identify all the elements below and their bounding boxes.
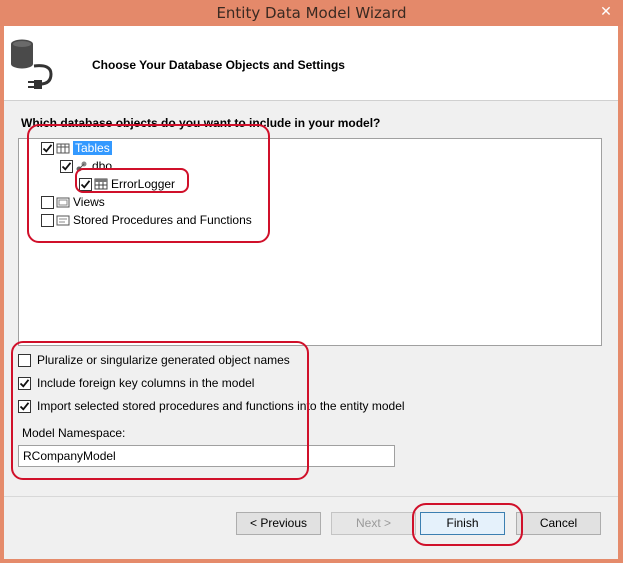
tables-checkbox[interactable]	[41, 141, 54, 155]
wizard-window: Entity Data Model Wizard ✕ Choose Your D…	[0, 0, 623, 563]
next-button[interactable]: Next >	[331, 512, 416, 535]
close-icon[interactable]: ✕	[589, 0, 623, 22]
wizard-header: Choose Your Database Objects and Setting…	[4, 26, 618, 101]
views-checkbox[interactable]	[41, 195, 54, 209]
tree-label-tables: Tables	[73, 141, 112, 155]
pluralize-label: Pluralize or singularize generated objec…	[37, 353, 290, 367]
tree-label-dbo: dbo	[92, 159, 113, 173]
button-separator	[4, 496, 618, 497]
previous-button[interactable]: < Previous	[236, 512, 321, 535]
model-namespace-label: Model Namespace:	[22, 426, 126, 440]
pluralize-option[interactable]: Pluralize or singularize generated objec…	[18, 351, 290, 369]
errorlogger-checkbox[interactable]	[79, 177, 92, 191]
foreign-keys-option[interactable]: Include foreign key columns in the model	[18, 374, 254, 392]
tree-node-procedures[interactable]: Stored Procedures and Functions	[41, 211, 252, 229]
tree-label-views: Views	[73, 195, 105, 209]
pluralize-checkbox[interactable]	[18, 353, 31, 367]
table-icon	[94, 177, 108, 191]
foreign-keys-checkbox[interactable]	[18, 376, 31, 390]
procedure-folder-icon	[56, 213, 70, 227]
tree-node-tables[interactable]: Tables	[41, 139, 112, 157]
foreign-keys-label: Include foreign key columns in the model	[37, 376, 255, 390]
import-procedures-option[interactable]: Import selected stored procedures and fu…	[18, 397, 405, 415]
table-folder-icon	[56, 141, 70, 155]
database-objects-tree[interactable]: Tables dbo ErrorLogger Views Stored Proc…	[18, 138, 602, 346]
tree-label-errorlogger: ErrorLogger	[111, 177, 176, 191]
tree-node-views[interactable]: Views	[41, 193, 105, 211]
procedures-checkbox[interactable]	[41, 213, 54, 227]
title-bar[interactable]: Entity Data Model Wizard ✕	[0, 0, 623, 26]
import-procedures-label: Import selected stored procedures and fu…	[37, 399, 405, 413]
tree-node-errorlogger[interactable]: ErrorLogger	[79, 175, 175, 193]
schema-icon	[75, 159, 89, 173]
view-folder-icon	[56, 195, 70, 209]
page-title: Choose Your Database Objects and Setting…	[92, 58, 345, 72]
finish-button[interactable]: Finish	[420, 512, 505, 535]
dbo-checkbox[interactable]	[60, 159, 73, 173]
database-plug-icon	[6, 34, 68, 92]
tree-label-procedures: Stored Procedures and Functions	[73, 213, 252, 227]
objects-question-label: Which database objects do you want to in…	[21, 116, 381, 130]
import-procedures-checkbox[interactable]	[18, 399, 31, 413]
wizard-client-area: Choose Your Database Objects and Setting…	[4, 26, 618, 559]
cancel-button[interactable]: Cancel	[516, 512, 601, 535]
window-title: Entity Data Model Wizard	[216, 4, 407, 22]
tree-node-dbo[interactable]: dbo	[60, 157, 112, 175]
model-namespace-input[interactable]	[18, 445, 395, 467]
